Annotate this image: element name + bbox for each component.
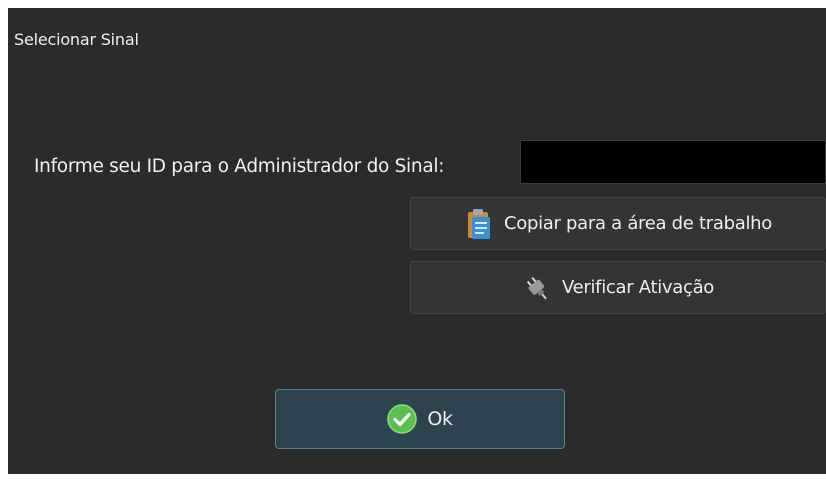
id-label: Informe seu ID para o Administrador do S…: [34, 155, 445, 177]
verify-activation-button[interactable]: Verificar Ativação: [410, 261, 826, 314]
copy-to-clipboard-button[interactable]: Copiar para a área de trabalho: [410, 197, 826, 250]
select-signal-dialog: Selecionar Sinal Informe seu ID para o A…: [8, 8, 826, 474]
ok-button[interactable]: Ok: [275, 389, 565, 449]
plug-icon: [522, 271, 552, 305]
ok-button-label: Ok: [427, 408, 453, 430]
user-id-field[interactable]: [520, 140, 826, 184]
dialog-title: Selecionar Sinal: [14, 30, 139, 49]
clipboard-icon: [464, 207, 494, 241]
id-row: Informe seu ID para o Administrador do S…: [34, 148, 444, 184]
copy-button-label: Copiar para a área de trabalho: [504, 213, 772, 234]
check-circle-icon: [387, 402, 418, 436]
verify-button-label: Verificar Ativação: [561, 277, 715, 298]
